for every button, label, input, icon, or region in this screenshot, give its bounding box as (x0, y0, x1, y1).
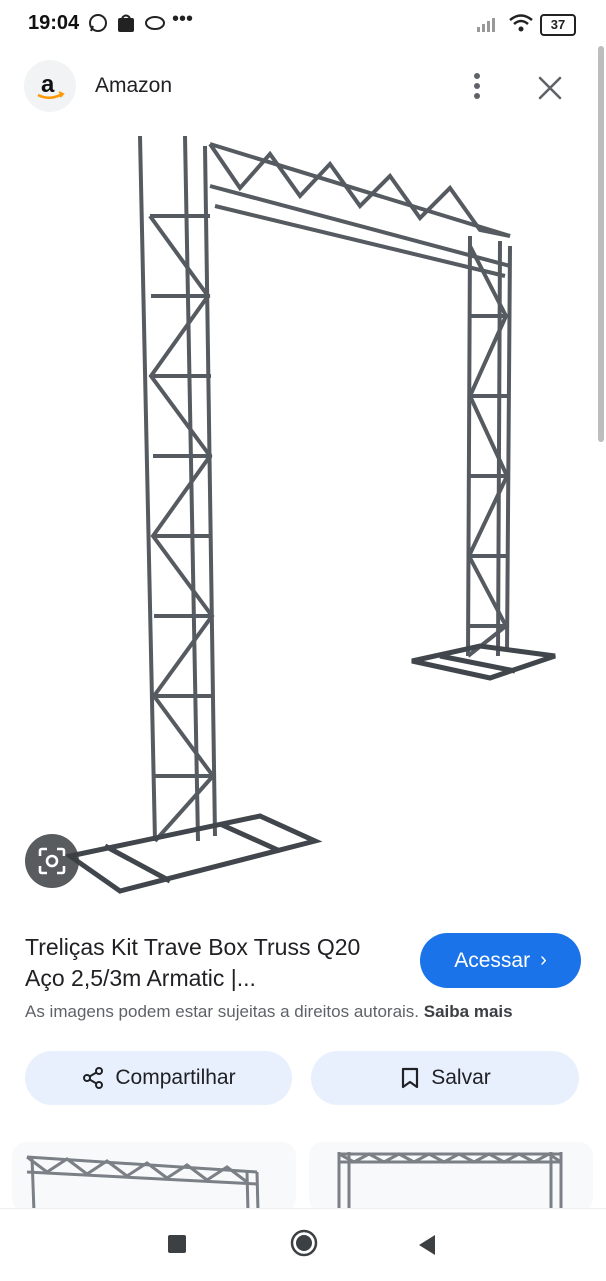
related-image-1[interactable] (12, 1142, 296, 1212)
more-options-button[interactable] (460, 68, 496, 104)
result-title-line2: Aço 2,5/3m Armatic |... (25, 965, 256, 991)
result-title[interactable]: Treliças Kit Trave Box Truss Q20 Aço 2,5… (25, 932, 415, 994)
related-truss-thumb-2 (337, 1152, 563, 1212)
visit-button-label: Acessar (454, 948, 531, 972)
shopping-bag-icon (118, 14, 134, 32)
share-button[interactable]: Compartilhar (25, 1051, 292, 1105)
status-bar: 19:04 ••• 37 (0, 0, 606, 48)
lens-icon (38, 847, 66, 875)
signal-icon (477, 18, 495, 32)
product-image[interactable] (10, 126, 596, 916)
status-time: 19:04 (28, 12, 80, 34)
more-notifications-icon: ••• (172, 8, 194, 30)
back-button[interactable] (416, 1233, 438, 1257)
wifi-icon (509, 14, 533, 32)
header: a Amazon (0, 52, 606, 124)
system-nav-bar (0, 1208, 606, 1281)
battery-icon: 37 (540, 14, 576, 36)
svg-text:a: a (41, 71, 55, 98)
share-icon (83, 1067, 104, 1089)
chevron-right-icon: › (540, 949, 547, 971)
home-button[interactable] (290, 1229, 318, 1257)
save-label: Salvar (431, 1066, 491, 1089)
save-button[interactable]: Salvar (311, 1051, 579, 1105)
related-image-2[interactable] (309, 1142, 593, 1212)
close-button[interactable] (530, 68, 570, 108)
home-circle-icon (290, 1229, 318, 1257)
learn-more-link[interactable]: Saiba mais (424, 1002, 513, 1021)
battery-level: 37 (550, 17, 566, 32)
bookmark-icon (402, 1067, 419, 1089)
truss-image (63, 135, 556, 894)
share-label: Compartilhar (115, 1066, 236, 1089)
copyright-note: As imagens podem estar sujeitas a direit… (25, 1002, 585, 1022)
recents-button[interactable] (168, 1235, 186, 1253)
close-icon (538, 76, 562, 100)
whatsapp-icon (89, 14, 107, 32)
amazon-logo-icon: a (37, 71, 65, 99)
lens-search-button[interactable] (25, 834, 79, 888)
more-vert-icon (474, 73, 480, 99)
related-truss-thumb-1 (26, 1155, 260, 1212)
result-title-line1: Treliças Kit Trave Box Truss Q20 (25, 934, 361, 960)
back-triangle-icon (419, 1235, 435, 1255)
amazon-logo: a (24, 60, 76, 112)
site-name: Amazon (95, 74, 173, 97)
cloud-icon (145, 16, 165, 30)
copyright-text: As imagens podem estar sujeitas a direit… (25, 1002, 420, 1021)
visit-button[interactable]: Acessar › (420, 933, 581, 988)
